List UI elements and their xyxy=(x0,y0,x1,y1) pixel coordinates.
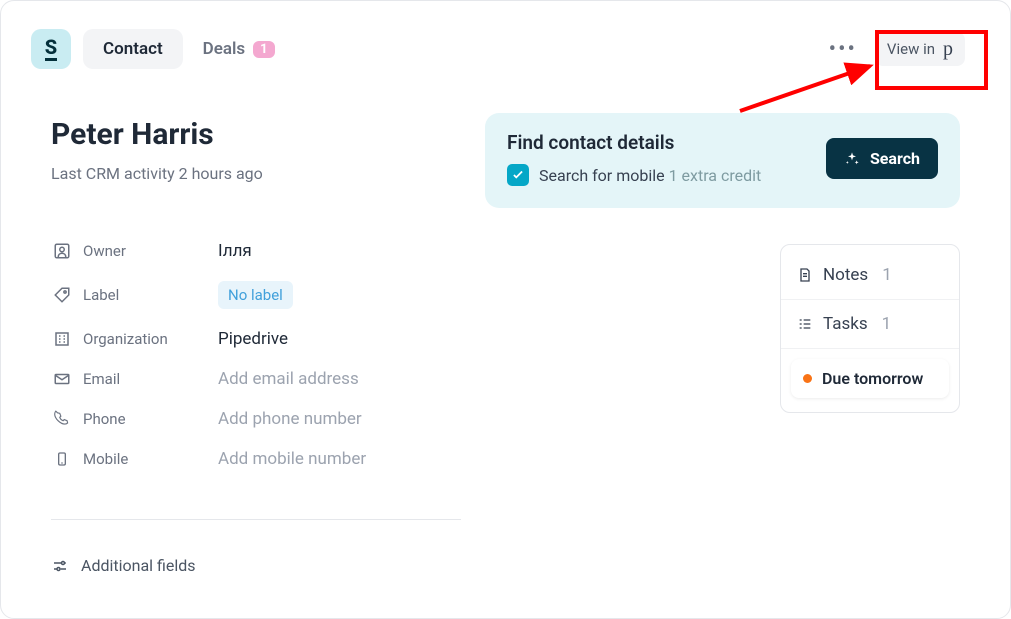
tasks-label: Tasks xyxy=(823,314,868,334)
tab-contact-label: Contact xyxy=(103,39,163,59)
field-mobile: Mobile Add mobile number xyxy=(51,439,455,479)
field-owner-label: Owner xyxy=(83,242,218,260)
view-in-button[interactable]: View in p xyxy=(875,32,965,66)
app-logo-letter: S xyxy=(45,37,57,61)
left-column: Peter Harris Last CRM activity 2 hours a… xyxy=(51,117,455,575)
view-in-label: View in xyxy=(887,40,935,58)
notes-row[interactable]: Notes 1 xyxy=(781,251,959,300)
sliders-icon xyxy=(51,557,69,575)
right-column: Find contact details Search for mobile 1… xyxy=(485,113,960,575)
find-contact-box: Find contact details Search for mobile 1… xyxy=(485,113,960,208)
field-label: Label No label xyxy=(51,271,455,319)
tab-deals[interactable]: Deals 1 xyxy=(183,29,295,69)
mobile-icon xyxy=(51,450,73,468)
owner-icon xyxy=(51,242,73,260)
search-mobile-checkbox[interactable] xyxy=(507,164,529,186)
field-owner-value[interactable]: Ілля xyxy=(218,241,252,261)
contact-name: Peter Harris xyxy=(51,117,455,152)
pipedrive-icon: p xyxy=(943,39,953,59)
side-panel: Notes 1 Tasks 1 Due tomorrow xyxy=(780,244,960,413)
activity-time: 2 hours ago xyxy=(179,164,263,183)
additional-fields-button[interactable]: Additional fields xyxy=(51,556,455,575)
search-button[interactable]: Search xyxy=(826,138,938,179)
search-mobile-text: Search for mobile xyxy=(539,166,665,185)
main-content: Peter Harris Last CRM activity 2 hours a… xyxy=(51,117,960,575)
tab-contact[interactable]: Contact xyxy=(83,29,183,69)
field-organization-label: Organization xyxy=(83,330,218,348)
field-label-label: Label xyxy=(83,286,218,304)
field-email-label: Email xyxy=(83,370,218,388)
activity-line: Last CRM activity 2 hours ago xyxy=(51,164,455,183)
phone-icon xyxy=(51,410,73,428)
notes-label: Notes xyxy=(823,265,868,285)
due-label: Due tomorrow xyxy=(822,369,923,388)
activity-prefix: Last CRM activity xyxy=(51,164,175,183)
tasks-row[interactable]: Tasks 1 xyxy=(781,300,959,349)
email-icon xyxy=(51,370,73,388)
due-tomorrow-chip[interactable]: Due tomorrow xyxy=(791,359,949,398)
contact-detail-card: S Contact Deals 1 ••• View in p Peter Ha… xyxy=(0,0,1011,619)
label-icon xyxy=(51,286,73,304)
divider xyxy=(51,519,461,520)
tab-deals-label: Deals xyxy=(203,39,246,59)
field-phone-add[interactable]: Add phone number xyxy=(218,409,362,429)
find-subrow: Search for mobile 1 extra credit xyxy=(507,164,826,186)
deals-count-badge: 1 xyxy=(253,41,274,58)
notes-count: 1 xyxy=(882,265,892,285)
organization-icon xyxy=(51,330,73,348)
tasks-count: 1 xyxy=(882,314,892,334)
field-phone-label: Phone xyxy=(83,410,218,428)
due-status-dot-icon xyxy=(803,374,812,383)
top-bar: S Contact Deals 1 ••• View in p xyxy=(31,29,965,69)
credit-text: 1 extra credit xyxy=(669,166,762,185)
tasks-icon xyxy=(797,316,813,332)
field-owner: Owner Ілля xyxy=(51,231,455,271)
field-label-value[interactable]: No label xyxy=(218,281,293,309)
find-title: Find contact details xyxy=(507,131,826,154)
notes-icon xyxy=(797,266,813,284)
search-mobile-label: Search for mobile 1 extra credit xyxy=(539,166,761,185)
more-menu-icon[interactable]: ••• xyxy=(829,37,857,62)
additional-fields-label: Additional fields xyxy=(81,556,196,575)
field-mobile-add[interactable]: Add mobile number xyxy=(218,449,366,469)
field-mobile-label: Mobile xyxy=(83,450,218,468)
search-button-label: Search xyxy=(870,149,920,168)
field-email: Email Add email address xyxy=(51,359,455,399)
field-organization-value[interactable]: Pipedrive xyxy=(218,329,288,349)
field-phone: Phone Add phone number xyxy=(51,399,455,439)
fields-list: Owner Ілля Label No label Organization P… xyxy=(51,231,455,479)
field-email-add[interactable]: Add email address xyxy=(218,369,359,389)
field-organization: Organization Pipedrive xyxy=(51,319,455,359)
sparkle-icon xyxy=(844,151,860,167)
app-logo[interactable]: S xyxy=(31,29,71,69)
